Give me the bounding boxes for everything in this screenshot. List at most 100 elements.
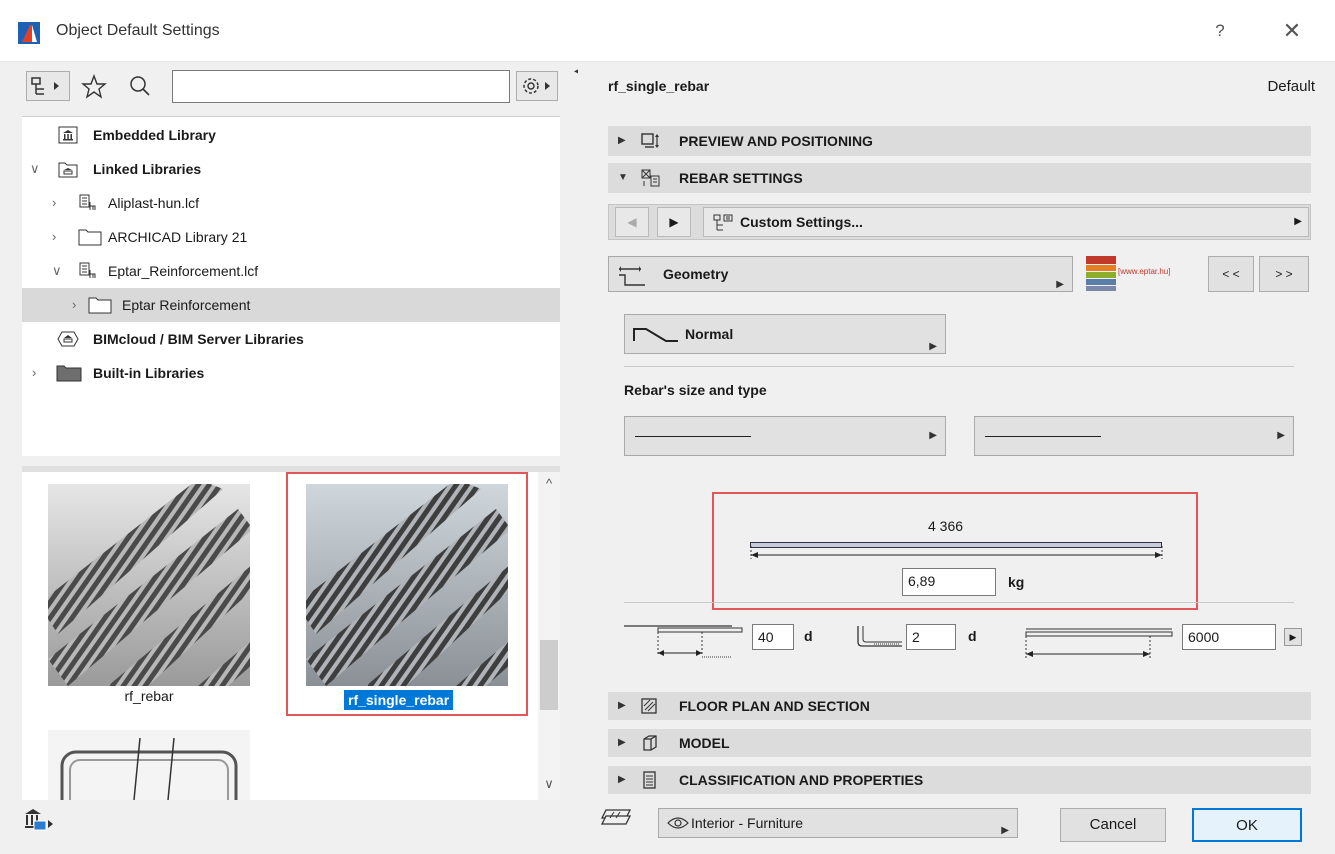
eye-icon	[667, 817, 689, 829]
folder-tree-icon	[31, 77, 59, 95]
tree-item-linked-libraries[interactable]: ∨ Linked Libraries	[22, 152, 560, 186]
tree-item-eptar-lcf[interactable]: ∨ Eptar_Reinforcement.lcf	[22, 254, 560, 288]
stirrup-drawing	[48, 730, 250, 800]
tree-item-label: Aliplast-hun.lcf	[108, 195, 200, 211]
previous-settings-button[interactable]: ◀	[615, 207, 649, 237]
prev-page-button[interactable]: < <	[1208, 256, 1254, 292]
object-thumbnails: rf_rebar rf_single_rebar ^ ∨	[22, 466, 560, 800]
rebar-size-dropdown[interactable]: ▶	[624, 416, 946, 456]
container-file-icon	[79, 194, 96, 210]
highlight-frame	[286, 472, 528, 716]
custom-settings-label: Custom Settings...	[740, 214, 863, 230]
highlight-frame	[712, 492, 1198, 610]
search-input[interactable]	[172, 70, 510, 103]
tree-item-eptar-reinforcement[interactable]: › Eptar Reinforcement	[22, 288, 560, 322]
next-settings-button[interactable]: ▶	[657, 207, 691, 237]
scroll-down-icon[interactable]: ∨	[538, 776, 560, 792]
rebar-type-dropdown[interactable]: ▶	[974, 416, 1294, 456]
library-building-icon	[58, 126, 78, 144]
chevron-right-icon[interactable]: ›	[52, 220, 66, 254]
layer-label: Interior - Furniture	[691, 815, 804, 831]
tree-item-label: Linked Libraries	[93, 161, 202, 177]
eptar-url: [www.eptar.hu]	[1118, 267, 1171, 276]
chevron-right-icon[interactable]: ›	[32, 356, 46, 390]
tree-item-archicad-library[interactable]: › ARCHICAD Library 21	[22, 220, 560, 254]
floor-plan-icon	[641, 698, 657, 714]
help-button[interactable]: ?	[1200, 16, 1240, 46]
library-manager-button[interactable]	[22, 804, 56, 838]
chevron-right-icon[interactable]: ›	[72, 288, 86, 322]
custom-settings-row: ◀ ▶ Custom Settings... ▶	[608, 204, 1311, 240]
size-type-label: Rebar's size and type	[624, 382, 767, 398]
star-favorites-icon[interactable]	[80, 71, 108, 101]
divider	[624, 366, 1294, 367]
total-length-input[interactable]: 6000	[1182, 624, 1276, 650]
expand-arrow-icon: ▶	[618, 135, 626, 146]
cancel-button[interactable]: Cancel	[1060, 808, 1166, 842]
section-preview-positioning[interactable]: ▶ PREVIEW AND POSITIONING	[608, 126, 1311, 156]
tree-item-label: Eptar_Reinforcement.lcf	[108, 263, 259, 279]
rebar-settings-icon	[641, 169, 660, 187]
section-floor-plan[interactable]: ▶ FLOOR PLAN AND SECTION	[608, 692, 1311, 720]
dropdown-arrow-icon: ▶	[1056, 279, 1064, 290]
container-file-icon	[79, 262, 96, 278]
anchor-input[interactable]: 40	[752, 624, 794, 650]
thumbnail-stirrup[interactable]	[48, 730, 250, 800]
line-style-preview	[985, 436, 1101, 437]
preview-icon	[641, 133, 659, 148]
anchor-unit: d	[804, 628, 813, 644]
tree-item-label: Embedded Library	[93, 127, 216, 143]
chevron-down-icon[interactable]: ∨	[52, 254, 66, 288]
thumbnail-scrollbar[interactable]: ^ ∨	[538, 472, 560, 800]
normal-shape-icon	[633, 328, 678, 342]
title-bar: Object Default Settings ? ✕	[0, 0, 1335, 62]
logo-bar-blue	[1086, 279, 1116, 285]
scroll-thumb[interactable]	[540, 640, 558, 710]
tree-item-embedded-library[interactable]: Embedded Library	[22, 118, 560, 152]
dialog-footer: Interior - Furniture ▶ Cancel OK	[578, 794, 1335, 854]
chevron-right-icon[interactable]: ›	[52, 186, 66, 220]
dropdown-arrow-icon: ▶	[1277, 430, 1285, 441]
library-manager-icon	[25, 809, 53, 831]
hook-unit: d	[968, 628, 977, 644]
section-title: FLOOR PLAN AND SECTION	[679, 698, 870, 714]
next-page-button[interactable]: > >	[1259, 256, 1309, 292]
dropdown-arrow-icon: ▶	[1294, 216, 1302, 227]
tree-item-aliplast[interactable]: › Aliplast-hun.lcf	[22, 186, 560, 220]
chevron-down-icon[interactable]: ∨	[30, 152, 44, 186]
tree-item-label: ARCHICAD Library 21	[108, 229, 248, 245]
folder-view-button[interactable]	[26, 71, 70, 101]
tree-item-built-in[interactable]: › Built-in Libraries	[22, 356, 560, 390]
section-classification[interactable]: ▶ CLASSIFICATION AND PROPERTIES	[608, 766, 1311, 794]
logo-bar-green	[1086, 272, 1116, 278]
total-length-icon	[1025, 628, 1173, 658]
folder-icon	[78, 229, 102, 246]
search-icon[interactable]	[126, 71, 154, 101]
tree-item-bimcloud[interactable]: BIMcloud / BIM Server Libraries	[22, 322, 560, 356]
dropdown-arrow-icon: ▶	[929, 341, 937, 352]
section-model[interactable]: ▶ MODEL	[608, 729, 1311, 757]
dropdown-arrow-icon: ▶	[1001, 825, 1009, 836]
logo-bar-red	[1086, 256, 1116, 264]
divider	[624, 602, 1294, 603]
geometry-panel: Geometry ▶ [www.eptar.hu] < < > > Normal…	[608, 248, 1311, 718]
eptar-logo: [www.eptar.hu]	[1086, 254, 1170, 294]
geometry-page-dropdown[interactable]: Geometry ▶	[608, 256, 1073, 292]
logo-bar-orange	[1086, 265, 1116, 271]
scroll-up-icon[interactable]: ^	[538, 476, 560, 491]
layer-dropdown[interactable]: Interior - Furniture ▶	[658, 808, 1018, 838]
thumbnail-rf-rebar[interactable]	[48, 484, 250, 686]
custom-settings-dropdown[interactable]: Custom Settings... ▶	[703, 207, 1309, 237]
hook-input[interactable]: 2	[906, 624, 956, 650]
close-button[interactable]: ✕	[1272, 16, 1312, 46]
geometry-label: Geometry	[663, 266, 729, 282]
hook-icon	[857, 626, 902, 647]
ok-button[interactable]: OK	[1192, 808, 1302, 842]
expand-arrow-icon: ▶	[618, 737, 626, 748]
shape-dropdown[interactable]: Normal ▶	[624, 314, 946, 354]
more-options-button[interactable]: ▶	[1284, 628, 1302, 646]
tree-item-label: Built-in Libraries	[93, 365, 205, 381]
section-rebar-settings[interactable]: ▼ REBAR SETTINGS	[608, 163, 1311, 193]
library-settings-button[interactable]	[516, 71, 558, 101]
shape-label: Normal	[685, 326, 734, 342]
